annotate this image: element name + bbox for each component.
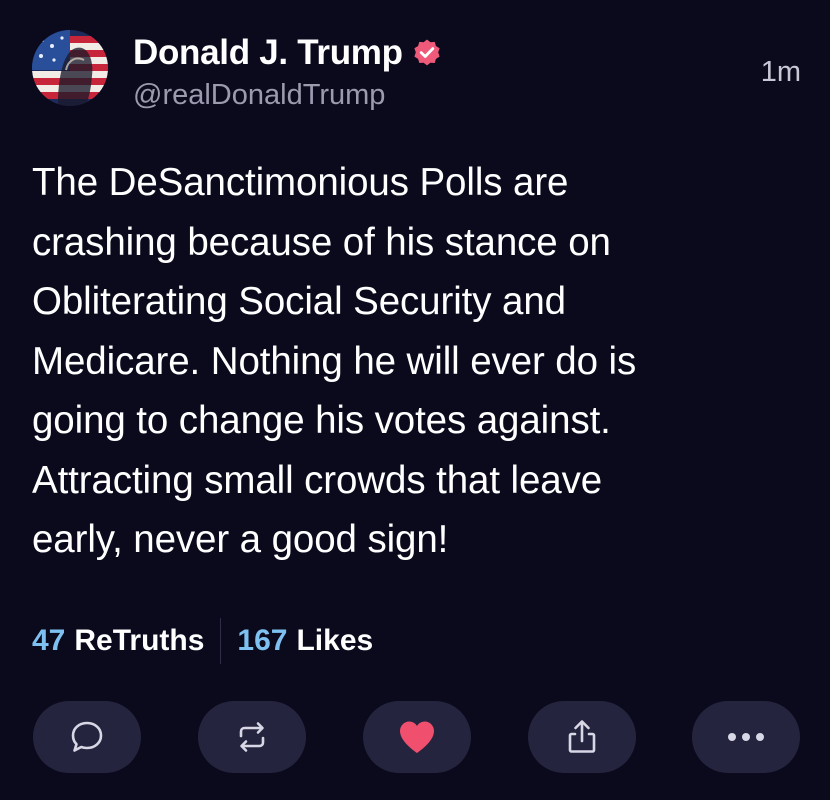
speech-bubble-icon xyxy=(71,721,103,752)
like-button[interactable] xyxy=(363,701,471,773)
repost-arrows-icon xyxy=(239,722,265,752)
flag-portrait-avatar-icon xyxy=(32,30,108,106)
share-button[interactable] xyxy=(528,701,636,773)
likes-label: Likes xyxy=(296,624,374,657)
author-handle[interactable]: @realDonaldTrump xyxy=(133,79,385,112)
ellipsis-icon xyxy=(728,733,764,741)
heart-icon xyxy=(400,721,434,753)
verified-badge-icon xyxy=(414,39,440,66)
display-name[interactable]: Donald J. Trump xyxy=(133,33,403,73)
post-stats: 47 ReTruths 167 Likes xyxy=(32,618,373,664)
post-timestamp: 1m xyxy=(760,56,801,88)
action-bar xyxy=(33,701,800,773)
retruths-stat[interactable]: 47 ReTruths xyxy=(32,624,204,658)
truth-post: Donald J. Trump @realDonaldTrump 1m The … xyxy=(0,0,830,800)
share-upload-icon xyxy=(568,720,596,753)
post-body-text: The DeSanctimonious Polls are crashing b… xyxy=(32,161,637,561)
avatar[interactable] xyxy=(32,30,108,106)
author-name-row: Donald J. Trump xyxy=(133,31,442,75)
likes-stat[interactable]: 167 Likes xyxy=(237,624,373,658)
likes-count: 167 xyxy=(237,624,288,657)
reply-button[interactable] xyxy=(33,701,141,773)
more-options-button[interactable] xyxy=(692,701,800,773)
retruths-label: ReTruths xyxy=(74,624,205,657)
retruth-button[interactable] xyxy=(198,701,306,773)
stats-divider xyxy=(220,618,222,664)
retruths-count: 47 xyxy=(32,624,66,657)
